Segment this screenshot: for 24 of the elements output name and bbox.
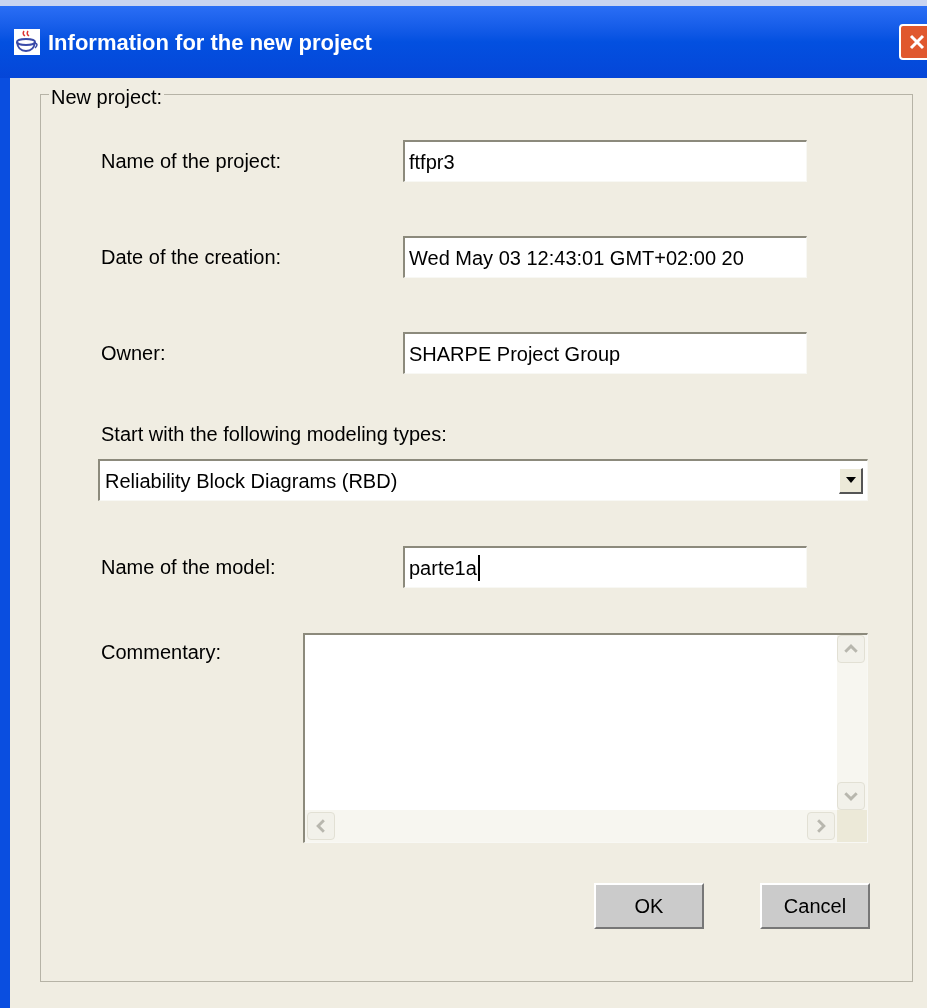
text-field[interactable]: ftfpr3 — [403, 140, 807, 182]
field-label: Commentary: — [101, 641, 222, 663]
field-label: Owner: — [101, 342, 166, 364]
scrollbar-corner — [837, 810, 867, 842]
dialog-button[interactable]: OK — [594, 883, 704, 929]
scroll-up-icon[interactable] — [837, 635, 865, 663]
field-label: Start with the following modeling types: — [101, 423, 447, 445]
dropdown[interactable]: Reliability Block Diagrams (RBD) — [98, 459, 868, 501]
text-field[interactable]: parte1a — [403, 546, 807, 588]
close-icon[interactable] — [899, 24, 927, 60]
field-label: Name of the project: — [101, 150, 282, 172]
scroll-down-icon[interactable] — [837, 782, 865, 810]
text-field[interactable]: SHARPE Project Group — [403, 332, 807, 374]
text-field[interactable]: Wed May 03 12:43:01 GMT+02:00 20 — [403, 236, 807, 278]
coffee-cup-icon — [14, 29, 40, 55]
field-label: Name of the model: — [101, 556, 276, 578]
dialog-button[interactable]: Cancel — [760, 883, 870, 929]
horizontal-scrollbar[interactable] — [305, 810, 837, 842]
scroll-right-icon[interactable] — [807, 812, 835, 840]
window-title: Information for the new project — [48, 28, 372, 57]
comment-area[interactable] — [303, 633, 868, 843]
vertical-scrollbar[interactable] — [837, 635, 867, 810]
scroll-left-icon[interactable] — [307, 812, 335, 840]
field-label: Date of the creation: — [101, 246, 282, 268]
